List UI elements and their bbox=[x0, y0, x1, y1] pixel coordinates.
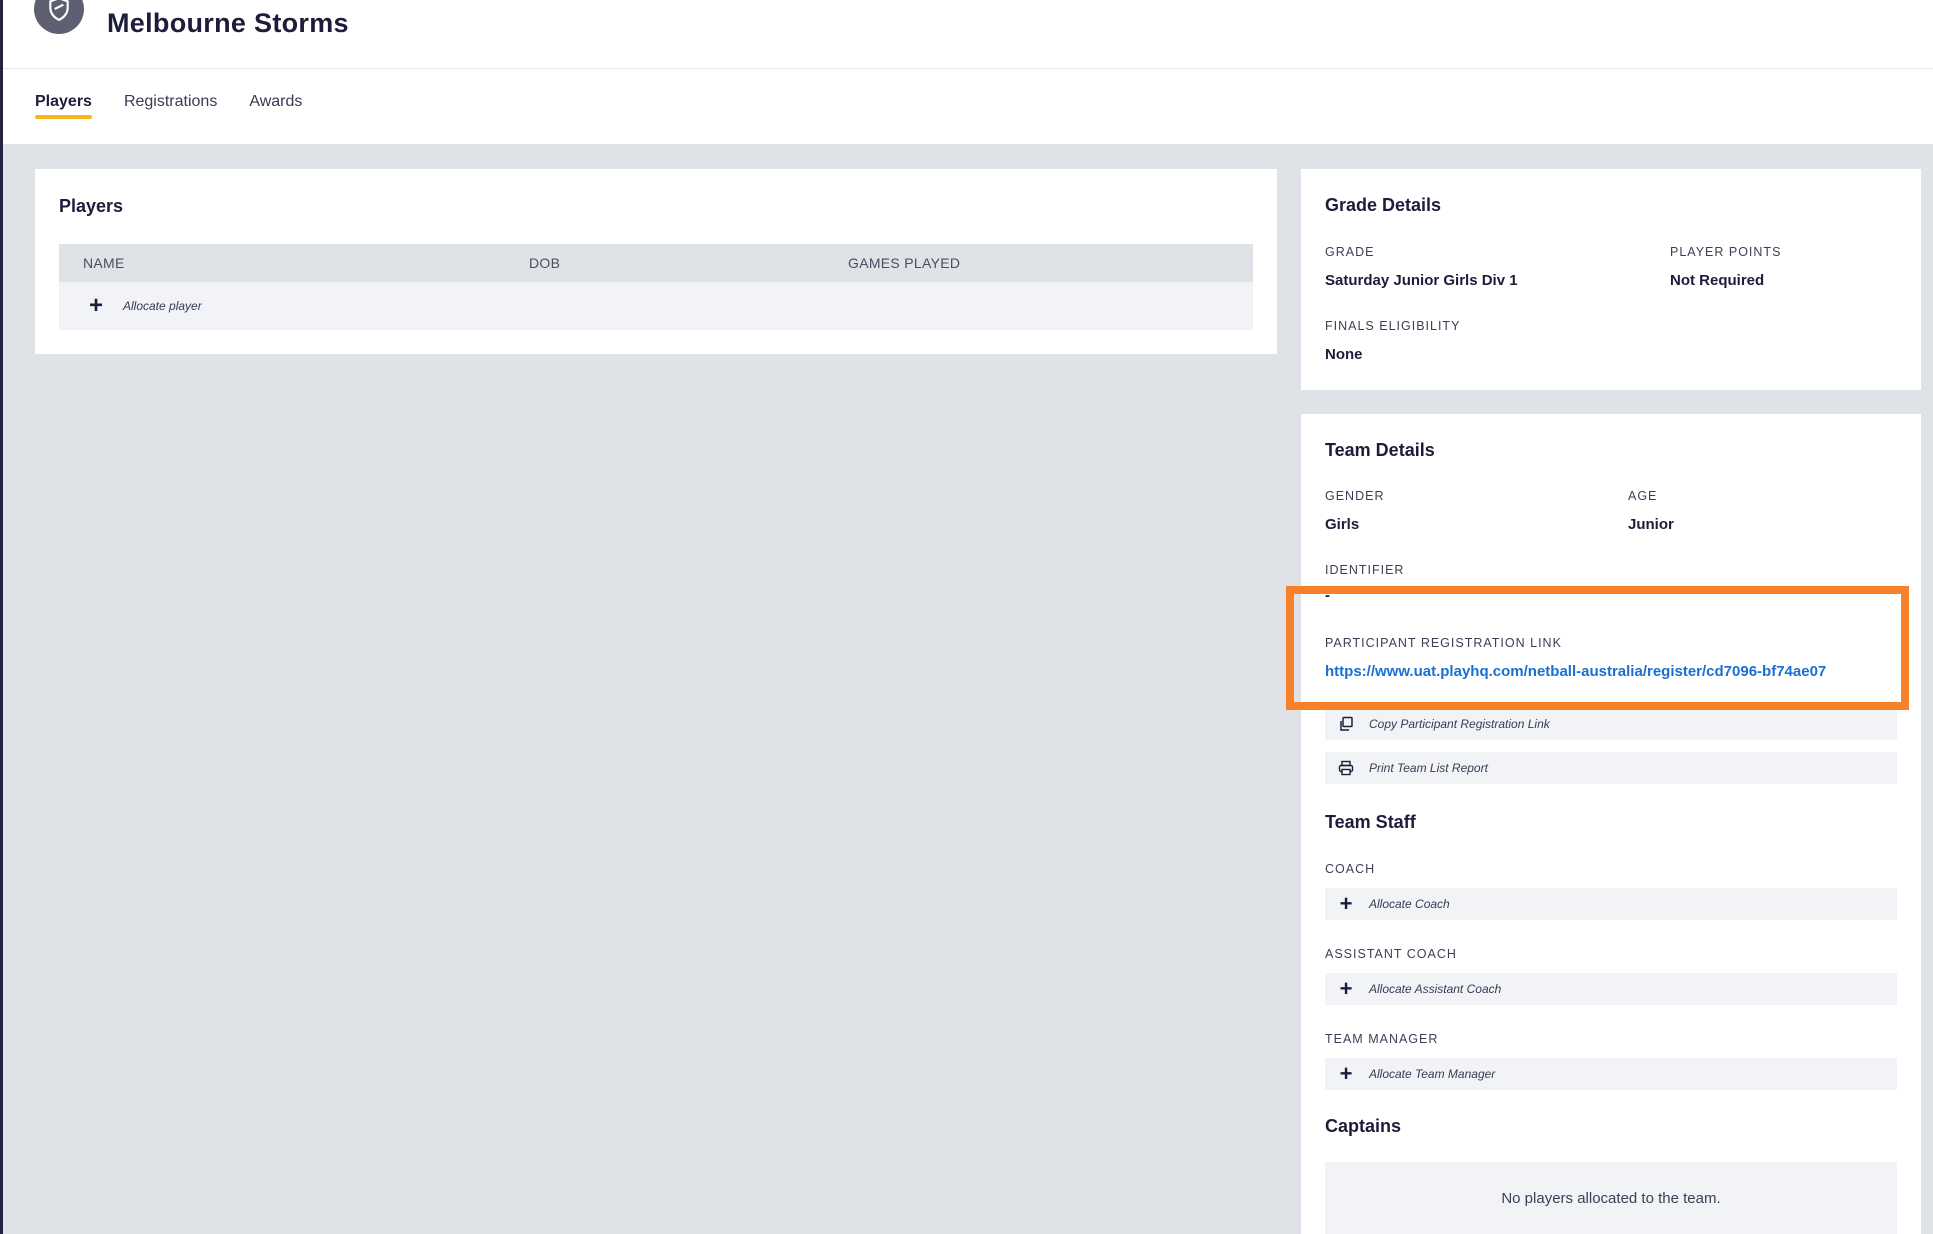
plus-icon: + bbox=[1339, 1061, 1353, 1086]
registration-link-label: PARTICIPANT REGISTRATION LINK bbox=[1325, 636, 1562, 650]
copy-registration-link-button[interactable]: Copy Participant Registration Link bbox=[1325, 708, 1897, 740]
players-card-title: Players bbox=[59, 196, 124, 216]
team-manager-label: TEAM MANAGER bbox=[1325, 1032, 1439, 1046]
copy-icon bbox=[1337, 715, 1355, 733]
registration-link[interactable]: https://www.uat.playhq.com/netball-austr… bbox=[1325, 663, 1826, 680]
grade-details-card: Grade Details GRADE Saturday Junior Girl… bbox=[1301, 169, 1921, 390]
gender-value: Girls bbox=[1325, 516, 1360, 533]
column-header-dob[interactable]: DOB bbox=[529, 255, 560, 271]
players-card: Players NAME DOB GAMES PLAYED + Allocate… bbox=[35, 169, 1277, 354]
coach-label: COACH bbox=[1325, 862, 1376, 876]
identifier-value: - bbox=[1325, 587, 1330, 604]
finals-eligibility-label: FINALS ELIGIBILITY bbox=[1325, 319, 1461, 333]
team-details-card: Team Details GENDER Girls AGE Junior IDE… bbox=[1301, 414, 1921, 1234]
printer-icon bbox=[1337, 759, 1355, 777]
print-team-list-button[interactable]: Print Team List Report bbox=[1325, 752, 1897, 784]
team-staff-title: Team Staff bbox=[1325, 812, 1416, 832]
window-left-edge bbox=[0, 0, 3, 1234]
header-divider bbox=[0, 68, 1933, 69]
copy-registration-link-label: Copy Participant Registration Link bbox=[1369, 717, 1550, 731]
allocate-assistant-coach-button[interactable]: + Allocate Assistant Coach bbox=[1325, 973, 1897, 1005]
column-header-name[interactable]: NAME bbox=[83, 255, 125, 271]
identifier-label: IDENTIFIER bbox=[1325, 563, 1405, 577]
allocate-coach-button[interactable]: + Allocate Coach bbox=[1325, 888, 1897, 920]
allocate-assistant-coach-label: Allocate Assistant Coach bbox=[1369, 982, 1502, 996]
shield-icon bbox=[49, 0, 69, 22]
page-title: Melbourne Storms bbox=[107, 8, 349, 38]
grade-label: GRADE bbox=[1325, 245, 1375, 259]
plus-icon: + bbox=[1339, 891, 1353, 916]
players-table-header: NAME DOB GAMES PLAYED bbox=[59, 244, 1253, 282]
column-header-games-played[interactable]: GAMES PLAYED bbox=[848, 255, 960, 271]
assistant-coach-label: ASSISTANT COACH bbox=[1325, 947, 1457, 961]
allocate-coach-label: Allocate Coach bbox=[1369, 897, 1450, 911]
grade-details-title: Grade Details bbox=[1325, 195, 1442, 215]
page-header: Melbourne Storms Players Registrations A… bbox=[0, 0, 1933, 144]
player-points-label: PLAYER POINTS bbox=[1670, 245, 1782, 259]
player-points-value: Not Required bbox=[1670, 272, 1765, 289]
captains-empty-state: No players allocated to the team. bbox=[1325, 1162, 1897, 1234]
plus-icon: + bbox=[1339, 976, 1353, 1001]
allocate-team-manager-button[interactable]: + Allocate Team Manager bbox=[1325, 1058, 1897, 1090]
allocate-player-label: Allocate player bbox=[123, 299, 202, 313]
plus-icon: + bbox=[89, 292, 104, 319]
gender-label: GENDER bbox=[1325, 489, 1385, 503]
allocate-player-button[interactable]: + Allocate player bbox=[59, 282, 1253, 330]
finals-eligibility-value: None bbox=[1325, 346, 1363, 363]
tab-awards[interactable]: Awards bbox=[249, 93, 302, 119]
tab-registrations[interactable]: Registrations bbox=[124, 93, 217, 119]
captains-title: Captains bbox=[1325, 1116, 1402, 1136]
print-team-list-label: Print Team List Report bbox=[1369, 761, 1488, 775]
grade-value: Saturday Junior Girls Div 1 bbox=[1325, 272, 1518, 289]
tab-bar: Players Registrations Awards bbox=[35, 93, 302, 119]
team-details-title: Team Details bbox=[1325, 440, 1435, 460]
age-label: AGE bbox=[1628, 489, 1658, 503]
allocate-team-manager-label: Allocate Team Manager bbox=[1369, 1067, 1496, 1081]
tab-players[interactable]: Players bbox=[35, 93, 92, 119]
team-logo bbox=[34, 0, 84, 34]
age-value: Junior bbox=[1628, 516, 1674, 533]
